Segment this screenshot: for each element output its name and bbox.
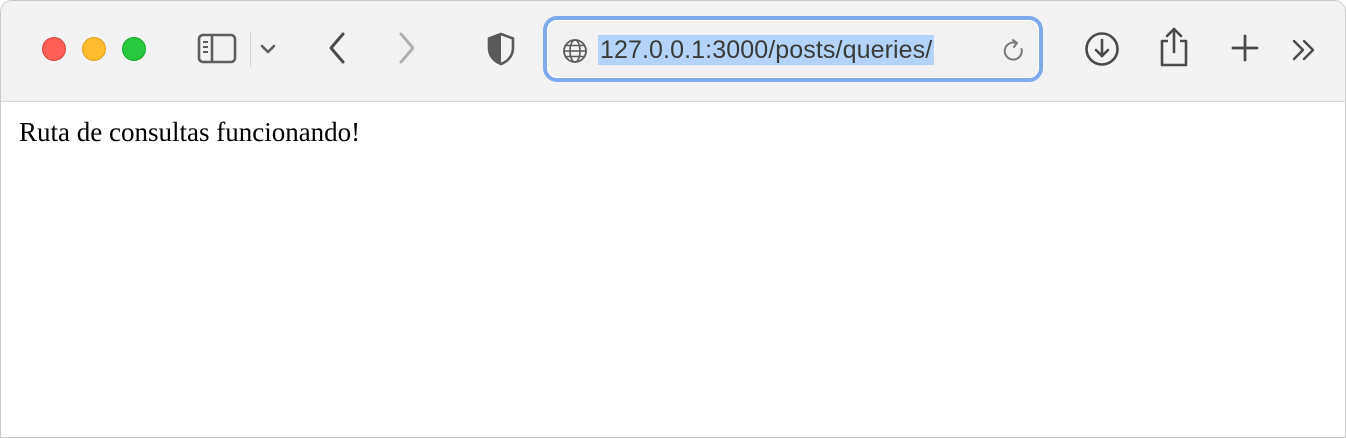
download-icon[interactable] (1083, 30, 1121, 68)
forward-button[interactable] (393, 29, 421, 67)
plus-icon[interactable] (1229, 32, 1261, 64)
address-bar[interactable]: 127.0.0.1:3000/posts/queries/ (543, 16, 1043, 82)
chevron-down-icon[interactable] (259, 39, 277, 59)
browser-window: 127.0.0.1:3000/posts/queries/ Ruta de co… (0, 0, 1346, 438)
chevron-right-icon (399, 32, 415, 64)
share-icon[interactable] (1156, 25, 1192, 69)
chevron-left-icon (329, 32, 345, 64)
reload-icon[interactable] (1000, 37, 1028, 65)
url-text[interactable]: 127.0.0.1:3000/posts/queries/ (598, 35, 935, 65)
close-window-button[interactable] (42, 37, 66, 61)
maximize-window-button[interactable] (122, 37, 146, 61)
toolbar-divider (250, 31, 251, 67)
globe-icon (561, 37, 589, 65)
address-bar-field: 127.0.0.1:3000/posts/queries/ (548, 21, 1038, 77)
double-chevron-right-icon[interactable] (1289, 35, 1319, 65)
browser-toolbar: 127.0.0.1:3000/posts/queries/ (1, 1, 1345, 102)
page-body-text: Ruta de consultas funcionando! (19, 117, 361, 147)
back-button[interactable] (323, 29, 351, 67)
shield-icon[interactable] (484, 30, 518, 68)
sidebar-icon[interactable] (197, 31, 237, 65)
minimize-window-button[interactable] (82, 37, 106, 61)
